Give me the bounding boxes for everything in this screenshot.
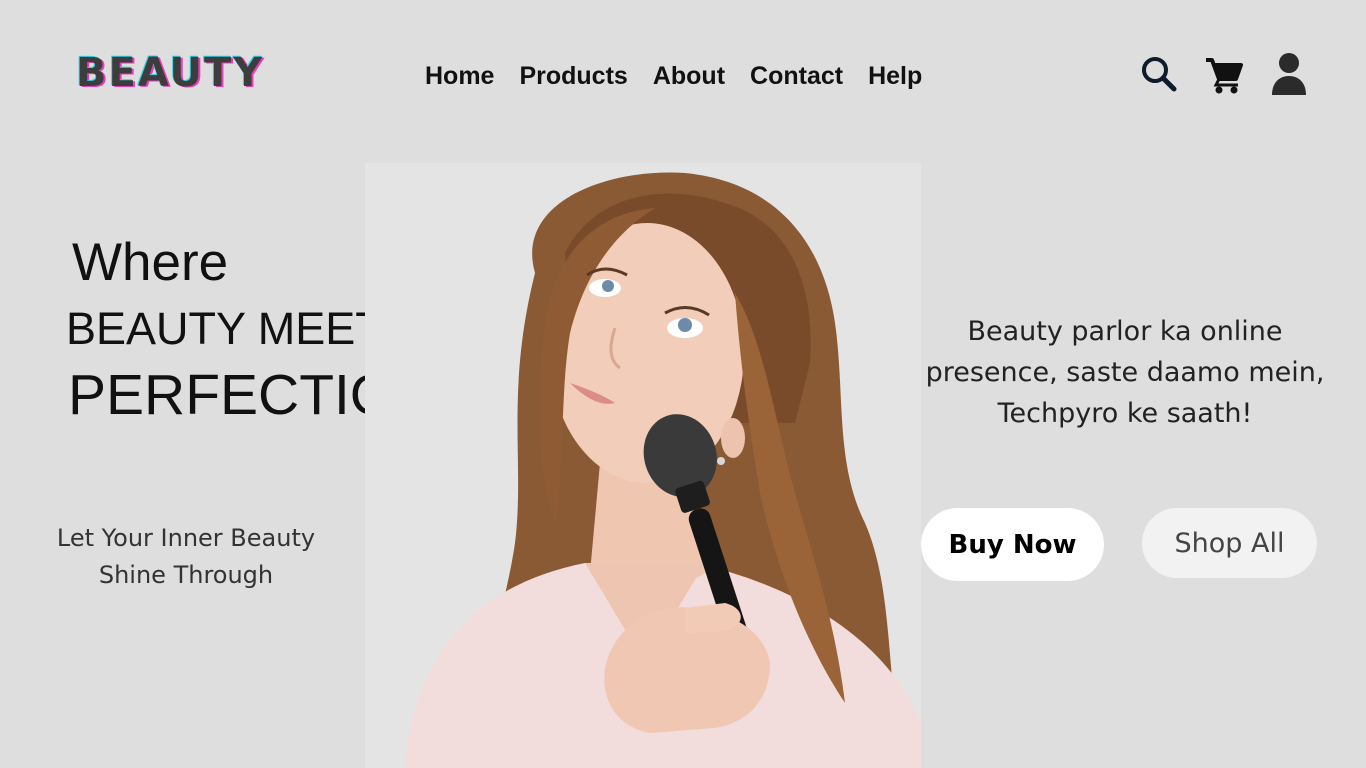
nav-contact[interactable]: Contact <box>750 60 843 92</box>
search-icon[interactable] <box>1140 55 1178 98</box>
nav-about[interactable]: About <box>653 60 725 92</box>
hero-model-image <box>365 163 921 768</box>
hero-heading-beauty-meets: BEAUTY MEETS <box>66 303 413 354</box>
hero-description: Beauty parlor ka online presence, saste … <box>925 316 1325 429</box>
main-nav: Home Products About Contact Help <box>425 60 922 92</box>
cart-icon[interactable] <box>1204 55 1244 100</box>
hero-heading-where: Where <box>72 233 229 292</box>
nav-products[interactable]: Products <box>519 60 627 92</box>
buy-now-button[interactable]: Buy Now <box>921 508 1104 581</box>
brand-logo[interactable]: BEAUTY <box>76 50 264 96</box>
nav-home[interactable]: Home <box>425 60 494 92</box>
header-icons <box>1140 50 1310 100</box>
hero-tagline: Let Your Inner Beauty Shine Through <box>56 524 316 589</box>
nav-help[interactable]: Help <box>868 60 922 92</box>
user-icon[interactable] <box>1270 52 1308 101</box>
shop-all-button[interactable]: Shop All <box>1142 508 1317 578</box>
